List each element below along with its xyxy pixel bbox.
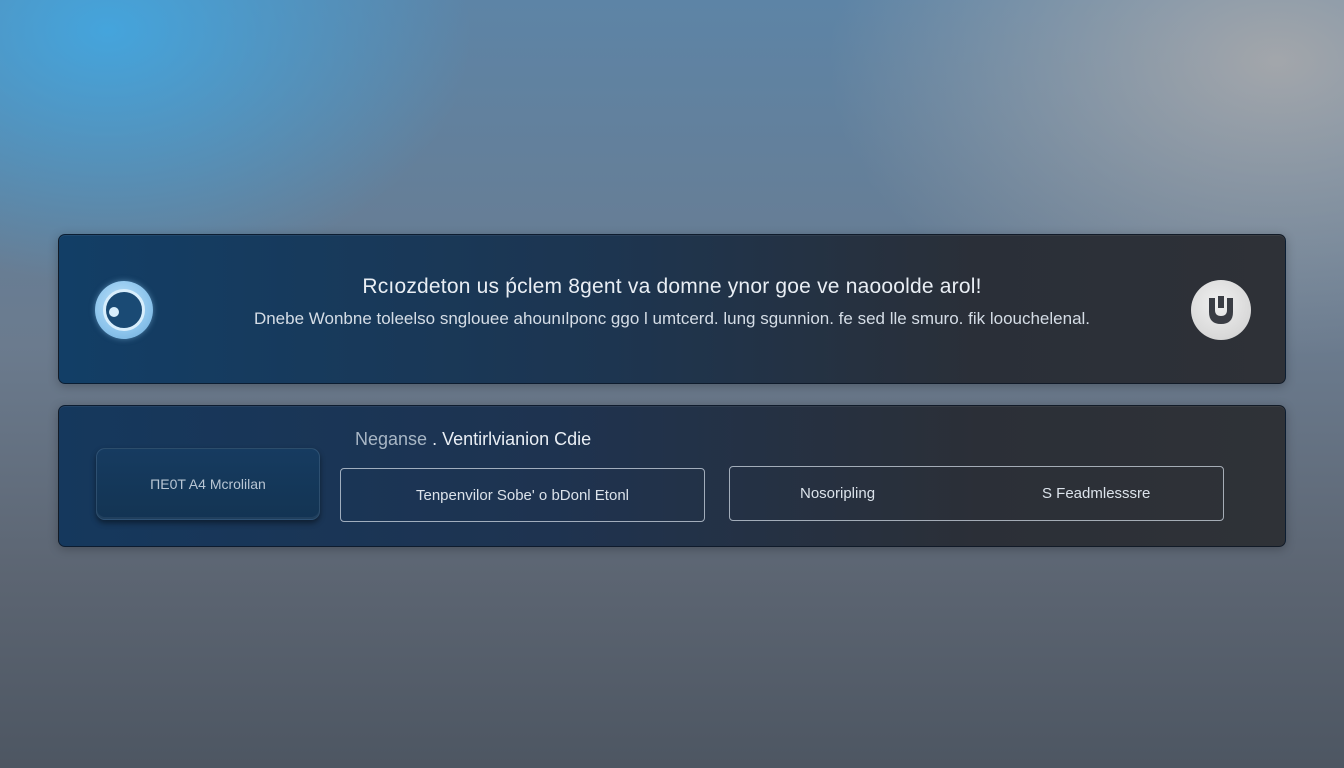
mode-panel: Neganse . Ventirlvianion Cdie ΠE0T A4 Mc… — [58, 405, 1286, 547]
mode-title-text: Ventirlvianion Cdie — [442, 429, 592, 449]
mode-title: Neganse . Ventirlvianion Cdie — [355, 429, 591, 450]
mode-card[interactable]: ΠE0T A4 Mcrolilan — [96, 448, 320, 520]
info-banner: Rcıozdeton us ṕclem 8gent va domne ynor … — [58, 234, 1286, 384]
mode-title-prefix: Neganse — [355, 429, 428, 449]
mode-option-button[interactable]: Tenpenvilor Sobe' o bDonl Etonl — [340, 468, 705, 522]
banner-title: Rcıozdeton us ṕclem 8gent va domne ynor … — [362, 275, 982, 298]
mode-settings-label-b: S Feadmlesssre — [1042, 485, 1151, 502]
banner-subtitle: Dnebe Wonbne toleelso snglouee ahounılpo… — [253, 309, 1091, 328]
shield-emblem-icon[interactable] — [1191, 280, 1251, 340]
mode-settings-button[interactable]: Nosoripling S Feadmlesssre — [729, 466, 1224, 521]
mode-settings-label-a: Nosoripling — [800, 485, 876, 502]
mode-title-separator: . — [432, 429, 443, 449]
